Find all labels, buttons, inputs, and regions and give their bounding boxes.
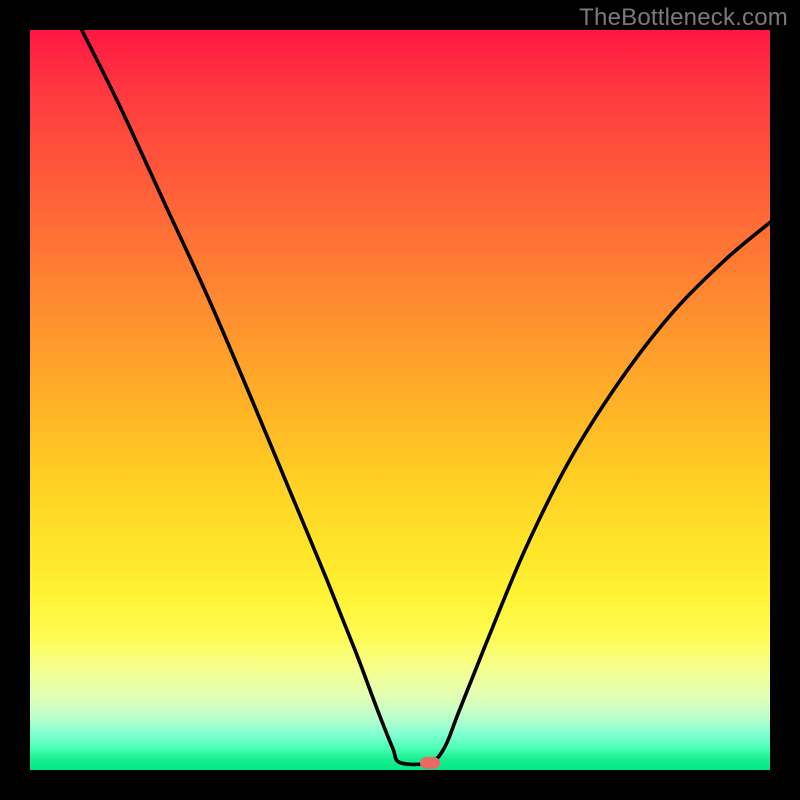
curve-path [82,30,770,764]
plot-area [30,30,770,770]
chart-container: TheBottleneck.com [0,0,800,800]
optimum-marker [420,757,440,769]
watermark-text: TheBottleneck.com [579,4,788,32]
bottleneck-curve [30,30,770,770]
